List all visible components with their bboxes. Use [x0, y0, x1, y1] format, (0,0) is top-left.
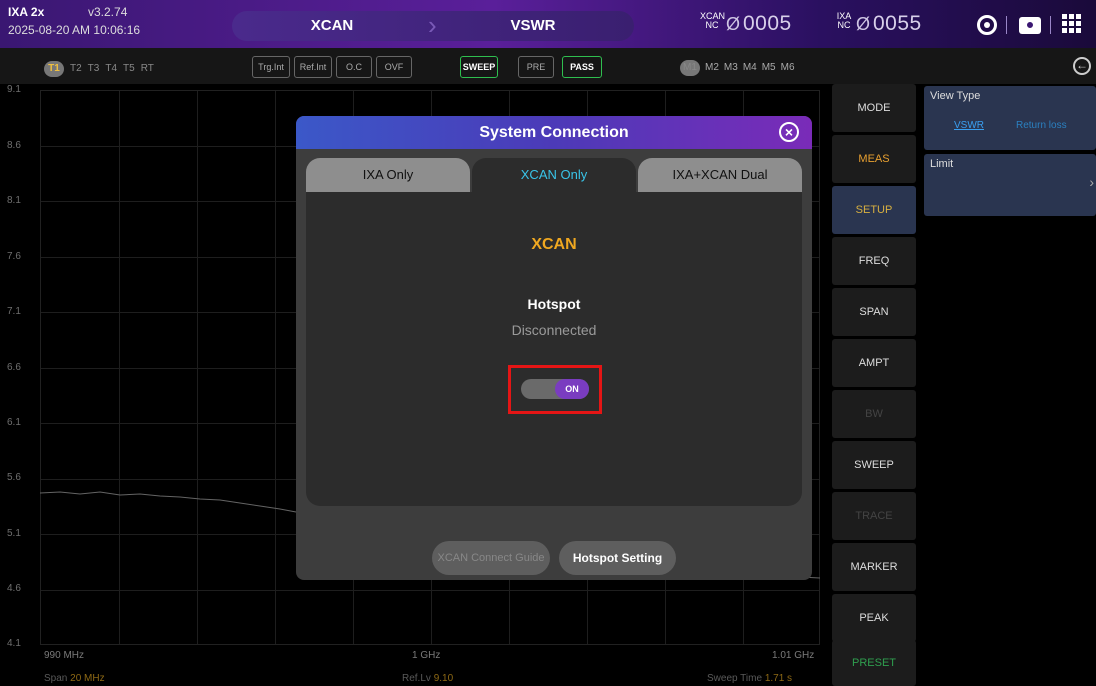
menu-marker[interactable]: MARKER: [832, 543, 916, 591]
view-type-vswr[interactable]: VSWR: [954, 120, 984, 131]
status-bar: T1 T2 T3 T4 T5 RT Trg.Int Ref.Int O.C OVF SWE…: [0, 48, 1096, 84]
model-name: IXA 2x: [8, 5, 45, 19]
dialog-header: System Connection ×: [296, 116, 812, 149]
device-title: XCAN: [531, 236, 577, 253]
status-ref-int: Ref.Int: [294, 56, 332, 78]
grid-menu-icon[interactable]: [1060, 12, 1086, 38]
dialog-title: System Connection: [479, 124, 629, 141]
connection-panel: XCAN Hotspot Disconnected ON: [306, 192, 802, 506]
menu-freq[interactable]: FREQ: [832, 237, 916, 285]
menu-setup[interactable]: SETUP: [832, 186, 916, 234]
trace-selector: T1 T2 T3 T4 T5 RT: [44, 61, 160, 77]
hotspot-status: Disconnected: [511, 322, 597, 338]
tab-xcan-only[interactable]: XCAN Only: [472, 158, 636, 192]
menu-bw[interactable]: BW: [832, 390, 916, 438]
hotspot-setting-button[interactable]: Hotspot Setting: [559, 541, 676, 575]
menu-sweep[interactable]: SWEEP: [832, 441, 916, 489]
mode-tab-vswr[interactable]: VSWR: [432, 11, 634, 41]
chevron-right-icon: ›: [1089, 174, 1094, 190]
marker-m4[interactable]: M4: [743, 62, 757, 73]
trace-t3[interactable]: T3: [88, 63, 100, 74]
close-icon[interactable]: ×: [779, 122, 799, 142]
hotspot-label: Hotspot: [527, 296, 581, 312]
datetime-label: 2025-08-20 AM 10:06:16: [8, 23, 141, 37]
status-pre: PRE: [518, 56, 554, 78]
trace-t5[interactable]: T5: [123, 63, 135, 74]
tab-ixa-only[interactable]: IXA Only: [306, 158, 470, 192]
status-ovf: OVF: [376, 56, 412, 78]
view-type-title: View Type: [930, 90, 981, 102]
slash-zero-icon: Ø: [856, 14, 871, 34]
top-bar: IXA 2x v3.2.74 2025-08-20 AM 10:06:16 XC…: [0, 0, 1096, 48]
marker-m5[interactable]: M5: [762, 62, 776, 73]
menu-span[interactable]: SPAN: [832, 288, 916, 336]
camera-icon[interactable]: [1017, 12, 1043, 38]
trace-t4[interactable]: T4: [105, 63, 117, 74]
menu-ampt[interactable]: AMPT: [832, 339, 916, 387]
version-label: v3.2.74: [88, 5, 128, 19]
marker-m1[interactable]: M1: [680, 60, 700, 76]
marker-selector: M1 M2 M3 M4 M5 M6: [680, 60, 800, 76]
menu-peak[interactable]: PEAK: [832, 594, 916, 642]
marker-m6[interactable]: M6: [781, 62, 795, 73]
mode-tabs: XCAN › VSWR: [232, 11, 634, 41]
menu-meas[interactable]: MEAS: [832, 135, 916, 183]
brand: IXA 2x v3.2.74 2025-08-20 AM 10:06:16: [8, 5, 140, 37]
highlight-box: [508, 365, 602, 414]
ixa-nc-value: 0055: [873, 12, 922, 35]
system-connection-dialog: System Connection × IXA Only XCAN Only I…: [296, 116, 812, 580]
limit-title: Limit: [930, 158, 954, 170]
status-pass: PASS: [562, 56, 602, 78]
trace-t2[interactable]: T2: [70, 63, 82, 74]
marker-m2[interactable]: M2: [705, 62, 719, 73]
trace-t1[interactable]: T1: [44, 61, 64, 77]
target-icon[interactable]: [974, 12, 1000, 38]
tab-ixa-xcan-dual[interactable]: IXA+XCAN Dual: [638, 158, 802, 192]
back-arrow-icon[interactable]: ←: [1073, 57, 1091, 75]
status-oc: O.C: [336, 56, 372, 78]
view-type-return-loss[interactable]: Return loss: [1016, 120, 1067, 131]
slash-zero-icon: Ø: [726, 14, 741, 34]
view-type-box: View Type VSWR Return loss: [924, 86, 1096, 150]
xcan-connect-guide-button[interactable]: XCAN Connect Guide: [432, 541, 550, 575]
marker-m3[interactable]: M3: [724, 62, 738, 73]
menu-mode[interactable]: MODE: [832, 84, 916, 132]
xcan-nc-value: 0005: [743, 12, 792, 35]
status-trg-int: Trg.Int: [252, 56, 290, 78]
trace-rt[interactable]: RT: [141, 63, 154, 74]
mode-tab-xcan[interactable]: XCAN: [232, 11, 432, 41]
menu-trace[interactable]: TRACE: [832, 492, 916, 540]
menu-preset[interactable]: PRESET: [832, 640, 916, 686]
limit-box[interactable]: Limit ›: [924, 154, 1096, 216]
status-sweep: SWEEP: [460, 56, 498, 78]
